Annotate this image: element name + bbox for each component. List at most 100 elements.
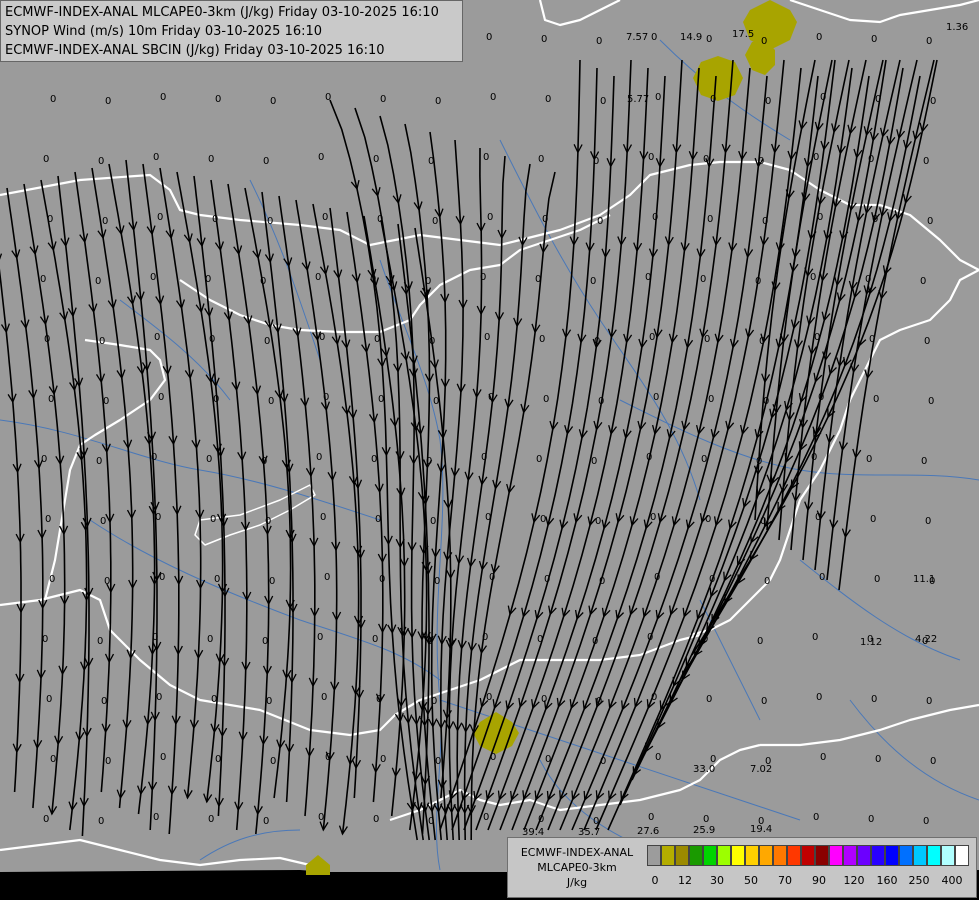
cin-value-label: 0 <box>866 454 872 465</box>
cin-value-label: 0 <box>871 694 877 705</box>
cin-value-label: 0 <box>212 214 218 225</box>
cin-value-label: 0 <box>483 152 489 163</box>
cin-value-label: 0 <box>320 512 326 523</box>
cin-value-label: 0 <box>928 396 934 407</box>
cin-value-label: 0 <box>487 212 493 223</box>
cin-value-label: 0 <box>265 516 271 527</box>
cin-value-label: 0 <box>373 814 379 825</box>
cin-value-label: 0 <box>545 754 551 765</box>
cin-value-label: 0 <box>535 274 541 285</box>
legend-swatches <box>647 845 969 866</box>
cin-value-label: 0 <box>425 276 431 287</box>
station-value: 27.6 <box>637 826 659 837</box>
cin-value-label: 0 <box>47 214 53 225</box>
legend-tick: 120 <box>843 874 865 887</box>
cin-value-label: 0 <box>597 216 603 227</box>
cin-value-label: 0 <box>160 92 166 103</box>
cin-value-label: 0 <box>540 514 546 525</box>
cin-value-label: 0 <box>926 696 932 707</box>
cin-value-label: 0 <box>650 512 656 523</box>
cin-value-label: 0 <box>153 812 159 823</box>
station-value: 7.57 <box>626 32 648 43</box>
cin-value-label: 0 <box>653 392 659 403</box>
cin-value-label: 0 <box>710 94 716 105</box>
cin-value-label: 0 <box>820 752 826 763</box>
cin-value-label: 0 <box>875 754 881 765</box>
legend-swatch <box>941 845 955 866</box>
cin-value-label: 0 <box>96 456 102 467</box>
cin-value-label: 0 <box>156 692 162 703</box>
cin-value-label: 0 <box>100 516 106 527</box>
cin-value-label: 0 <box>209 334 215 345</box>
cin-value-label: 0 <box>482 632 488 643</box>
cin-value-label: 0 <box>648 812 654 823</box>
cin-value-label: 0 <box>645 272 651 283</box>
cin-value-label: 0 <box>537 634 543 645</box>
legend-tick: 0 <box>651 874 659 887</box>
cin-value-label: 0 <box>323 392 329 403</box>
cin-value-label: 0 <box>45 514 51 525</box>
legend-tick-labels: 0 12 30 50 70 90 120 160 250 400 <box>647 874 977 888</box>
legend-swatch <box>647 845 661 866</box>
cin-value-label: 0 <box>648 152 654 163</box>
weather-map: 0 0 0 0 0 0 0 0 0 0 0 0 0 0 0 0 0 0 0 0 0 0 0 0 0 0 0 0 0 0 0 0 0 0 0 0 0 0 0 0… <box>0 0 979 900</box>
cin-value-label: 0 <box>435 96 441 107</box>
cin-value-label: 0 <box>600 756 606 767</box>
cin-value-label: 0 <box>426 456 432 467</box>
cin-value-label: 0 <box>158 392 164 403</box>
cin-value-label: 0 <box>48 394 54 405</box>
cin-value-label: 0 <box>923 156 929 167</box>
cin-value-label: 0 <box>707 214 713 225</box>
cin-value-label: 0 <box>930 756 936 767</box>
cin-value-label: 0 <box>319 332 325 343</box>
cin-value-label: 0 <box>371 454 377 465</box>
legend-swatch <box>815 845 829 866</box>
cin-value-label: 0 <box>99 336 105 347</box>
cin-value-label: 0 <box>872 214 878 225</box>
legend-swatch <box>843 845 857 866</box>
cin-value-label: 0 <box>105 756 111 767</box>
cin-value-label: 0 <box>263 156 269 167</box>
cin-value-label: 0 <box>103 396 109 407</box>
cin-value-label: 0 <box>708 394 714 405</box>
cin-value-label: 0 <box>262 636 268 647</box>
cin-value-label: 0 <box>318 812 324 823</box>
cin-value-label: 0 <box>373 154 379 165</box>
cin-value-label: 0 <box>705 514 711 525</box>
cin-value-label: 0 <box>102 216 108 227</box>
cin-value-label: 0 <box>593 156 599 167</box>
legend-swatch <box>801 845 815 866</box>
legend-swatch <box>955 845 969 866</box>
cin-value-label: 0 <box>205 274 211 285</box>
cin-value-label: 0 <box>485 512 491 523</box>
cin-value-label: 0 <box>211 694 217 705</box>
cin-value-label: 0 <box>206 454 212 465</box>
cin-value-label: 0 <box>539 334 545 345</box>
cin-value-label: 0 <box>95 276 101 287</box>
cin-value-label: 0 <box>875 94 881 105</box>
cin-value-label: 0 <box>764 576 770 587</box>
cin-value-label: 0 <box>321 692 327 703</box>
cin-value-label: 0 <box>490 752 496 763</box>
cin-value-label: 0 <box>104 576 110 587</box>
cin-value-label: 0 <box>267 216 273 227</box>
legend-tick: 70 <box>778 874 792 887</box>
cin-value-label: 0 <box>591 456 597 467</box>
cin-value-label: 0 <box>924 336 930 347</box>
legend-swatch <box>773 845 787 866</box>
cin-value-label: 0 <box>372 634 378 645</box>
cin-value-label: 0 <box>429 336 435 347</box>
cin-value-label: 0 <box>376 694 382 705</box>
cin-value-label: 0 <box>930 96 936 107</box>
cin-value-label: 0 <box>105 96 111 107</box>
cin-value-label: 0 <box>820 92 826 103</box>
cin-value-label: 0 <box>153 152 159 163</box>
cin-value-label: 0 <box>261 456 267 467</box>
legend-title-parameter: MLCAPE0-3km <box>537 861 617 874</box>
cin-value-label: 0 <box>761 696 767 707</box>
cin-value-label: 0 <box>264 336 270 347</box>
legend-swatch <box>689 845 703 866</box>
cin-value-label: 0 <box>432 216 438 227</box>
cin-value-label: 0 <box>703 154 709 165</box>
cin-value-label: 0 <box>377 214 383 225</box>
